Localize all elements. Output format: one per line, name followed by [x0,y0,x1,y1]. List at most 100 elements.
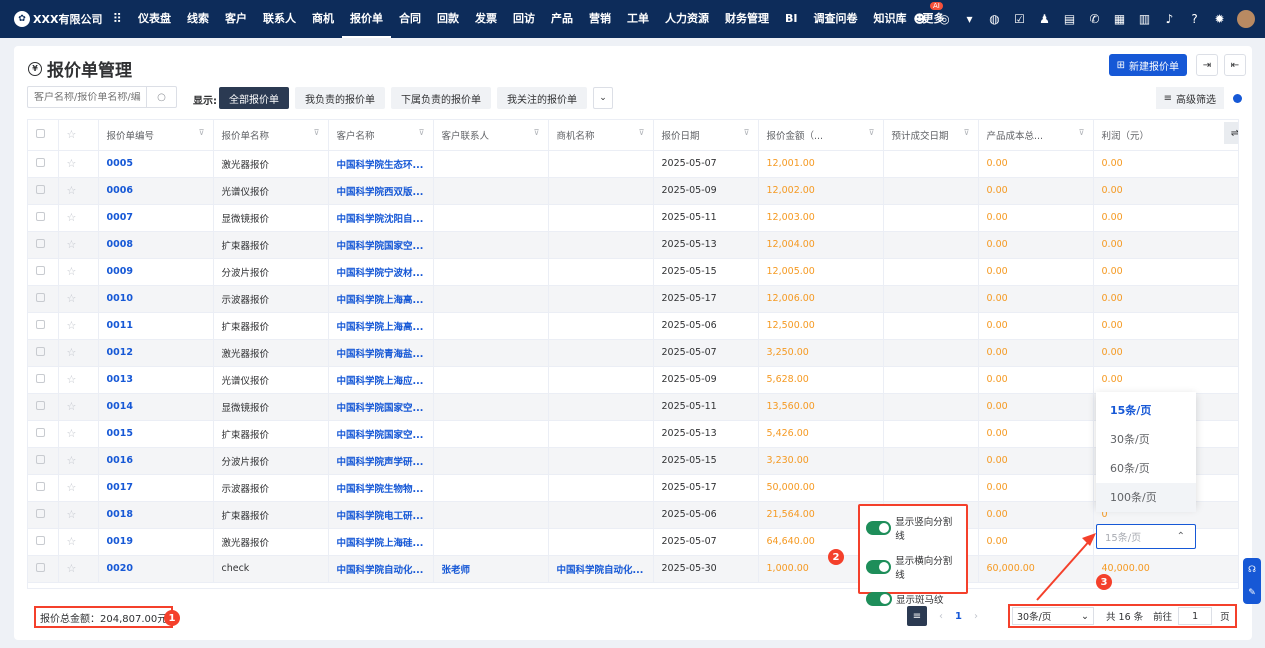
table-row[interactable]: ☆ 0006 光谱仪报价 中国科学院西双版... 2025-05-09 12,002.00… [28,177,1238,205]
goto-page-input[interactable]: 1 [1178,607,1213,625]
column-settings-icon[interactable]: ⇌ [1224,122,1238,144]
filter-icon[interactable]: ⊽ [1079,128,1085,137]
column-header[interactable]: 报价日期 ⊽ [653,120,759,151]
page-size-select[interactable]: 15条/页 ⌃ [1096,524,1196,549]
star-icon[interactable]: ☆ [67,346,77,359]
table-cell[interactable]: 0020 [98,555,214,583]
star-icon[interactable]: ☆ [67,535,77,548]
filter-icon[interactable]: ⊽ [869,128,875,137]
nav-item[interactable]: 产品 [543,0,581,38]
table-cell[interactable]: 中国科学院声学研... [328,447,434,475]
table-cell[interactable]: 0009 [98,258,214,286]
company-logo[interactable]: ✿ XXX有限公司 [14,11,102,27]
page-size-option[interactable]: 30条/页 [1096,425,1196,454]
chevron-down-icon[interactable]: ⌄ [593,87,613,109]
filter-icon[interactable]: ⊽ [534,128,540,137]
table-cell[interactable]: 中国科学院国家空... [328,393,434,421]
table-cell[interactable]: 0005 [98,150,214,178]
row-checkbox[interactable] [36,373,45,383]
table-cell[interactable]: 0016 [98,447,214,475]
table-cell[interactable]: 0019 [98,528,214,556]
table-cell[interactable]: 中国科学院上海高... [328,285,434,313]
row-checkbox[interactable] [36,400,45,410]
star-icon[interactable]: ☆ [67,508,77,521]
globe-icon[interactable]: ◍ [987,12,1002,27]
column-header[interactable]: 报价单名称 ⊽ [213,120,329,151]
table-cell[interactable]: 0013 [98,366,214,394]
nav-item[interactable]: 仪表盘 [130,0,179,38]
column-header[interactable]: 预计成交日期 ⊽ [883,120,979,151]
new-quote-button[interactable]: ⊞ 新建报价单 [1108,54,1187,76]
column-header[interactable]: 商机名称 ⊽ [548,120,654,151]
filter-mine[interactable]: 我负责的报价单 [295,87,385,109]
toggle-zebra-stripes[interactable] [866,592,892,606]
table-row[interactable]: ☆ 0008 扩束器报价 中国科学院国家空... 2025-05-13 12,004.00… [28,231,1238,259]
table-cell[interactable]: 中国科学院青海盐... [328,339,434,367]
filter-icon[interactable]: ⊽ [419,128,425,137]
table-cell[interactable]: 0017 [98,474,214,502]
calendar-icon[interactable]: ▦ [1112,12,1127,27]
table-cell[interactable]: 0008 [98,231,214,259]
page-size-option[interactable]: 15条/页 [1096,396,1196,425]
row-checkbox[interactable] [36,508,45,518]
star-icon[interactable]: ☆ [67,373,77,386]
nav-item[interactable]: 人力资源 [657,0,717,38]
table-cell[interactable]: 中国科学院生态环... [328,150,434,178]
filter-followed[interactable]: 我关注的报价单 [497,87,587,109]
nav-item[interactable]: 线索 [179,0,217,38]
column-header[interactable]: 客户名称 ⊽ [328,120,434,151]
advanced-filter-button[interactable]: ≡ 高级筛选 [1155,87,1224,109]
column-header[interactable]: 报价金额（... ⊽ [758,120,884,151]
filter-all[interactable]: 全部报价单 [219,87,289,109]
nav-item[interactable]: 联系人 [255,0,304,38]
ai-robot-icon[interactable]: ☻ [912,12,927,27]
chat-icon[interactable]: ◎ [937,12,952,27]
table-row[interactable]: ☆ 0012 激光器报价 中国科学院青海盐... 2025-05-07 3,250.00 0… [28,339,1238,367]
chart-icon[interactable] [1233,94,1242,103]
row-checkbox[interactable] [36,265,45,275]
nav-item[interactable]: 报价单 [341,0,391,38]
star-icon[interactable]: ☆ [67,184,77,197]
table-row[interactable]: ☆ 0013 光谱仪报价 中国科学院上海应... 2025-05-09 5,628.00 0… [28,366,1238,394]
table-cell[interactable]: 中国科学院电工研... [328,501,434,529]
table-row[interactable]: ☆ 0018 扩束器报价 中国科学院电工研... 2025-05-06 21,564.00… [28,501,1238,529]
row-checkbox[interactable] [36,238,45,248]
table-row[interactable]: ☆ 0011 扩束器报价 中国科学院上海高... 2025-05-06 12,500.00… [28,312,1238,340]
filter-icon[interactable]: ⊽ [199,128,205,137]
phone-icon[interactable]: ✆ [1087,12,1102,27]
table-cell[interactable]: 0012 [98,339,214,367]
filter-icon[interactable]: ⊽ [639,128,645,137]
row-checkbox[interactable] [36,292,45,302]
current-page[interactable]: 1 [955,611,962,622]
search-input[interactable] [28,91,146,103]
table-row[interactable]: ☆ 0019 激光器报价 中国科学院上海硅... 2025-05-07 64,640.00… [28,528,1238,556]
filter-icon[interactable]: ⊽ [964,128,970,137]
table-cell[interactable]: 中国科学院西双版... [328,177,434,205]
avatar[interactable] [1237,10,1255,28]
star-icon[interactable]: ☆ [67,400,77,413]
column-header[interactable]: 产品成本总... ⊽ [978,120,1094,151]
table-cell[interactable]: 0018 [98,501,214,529]
table-row[interactable]: ☆ 0007 显微镜报价 中国科学院沈阳自... 2025-05-11 12,003.00… [28,204,1238,232]
nav-item[interactable]: 客户 [217,0,255,38]
table-row[interactable]: ☆ 0005 激光器报价 中国科学院生态环... 2025-05-07 12,001.00… [28,150,1238,178]
prev-page-icon[interactable]: ‹ [939,611,943,622]
star-icon[interactable]: ☆ [67,454,77,467]
table-cell[interactable]: 中国科学院自动化... [328,555,434,583]
table-cell[interactable]: 中国科学院沈阳自... [328,204,434,232]
feedback-icon[interactable]: ✎ [1248,588,1256,598]
select-all-checkbox[interactable] [36,128,45,138]
export-button[interactable]: ⇤ [1224,54,1246,76]
nav-item[interactable]: 商机 [304,0,342,38]
table-cell[interactable]: 中国科学院上海硅... [328,528,434,556]
star-icon[interactable]: ☆ [67,319,77,332]
table-row[interactable]: ☆ 0016 分波片报价 中国科学院声学研... 2025-05-15 3,230.00 0… [28,447,1238,475]
row-checkbox[interactable] [36,562,45,572]
table-cell[interactable]: 中国科学院国家空... [328,231,434,259]
bell-icon[interactable]: ♪ [1162,12,1177,27]
filter-icon[interactable]: ⊽ [314,128,320,137]
table-cell[interactable]: 中国科学院国家空... [328,420,434,448]
table-cell[interactable]: 中国科学院宁波材... [328,258,434,286]
nav-item[interactable]: 发票 [467,0,505,38]
row-checkbox[interactable] [36,481,45,491]
